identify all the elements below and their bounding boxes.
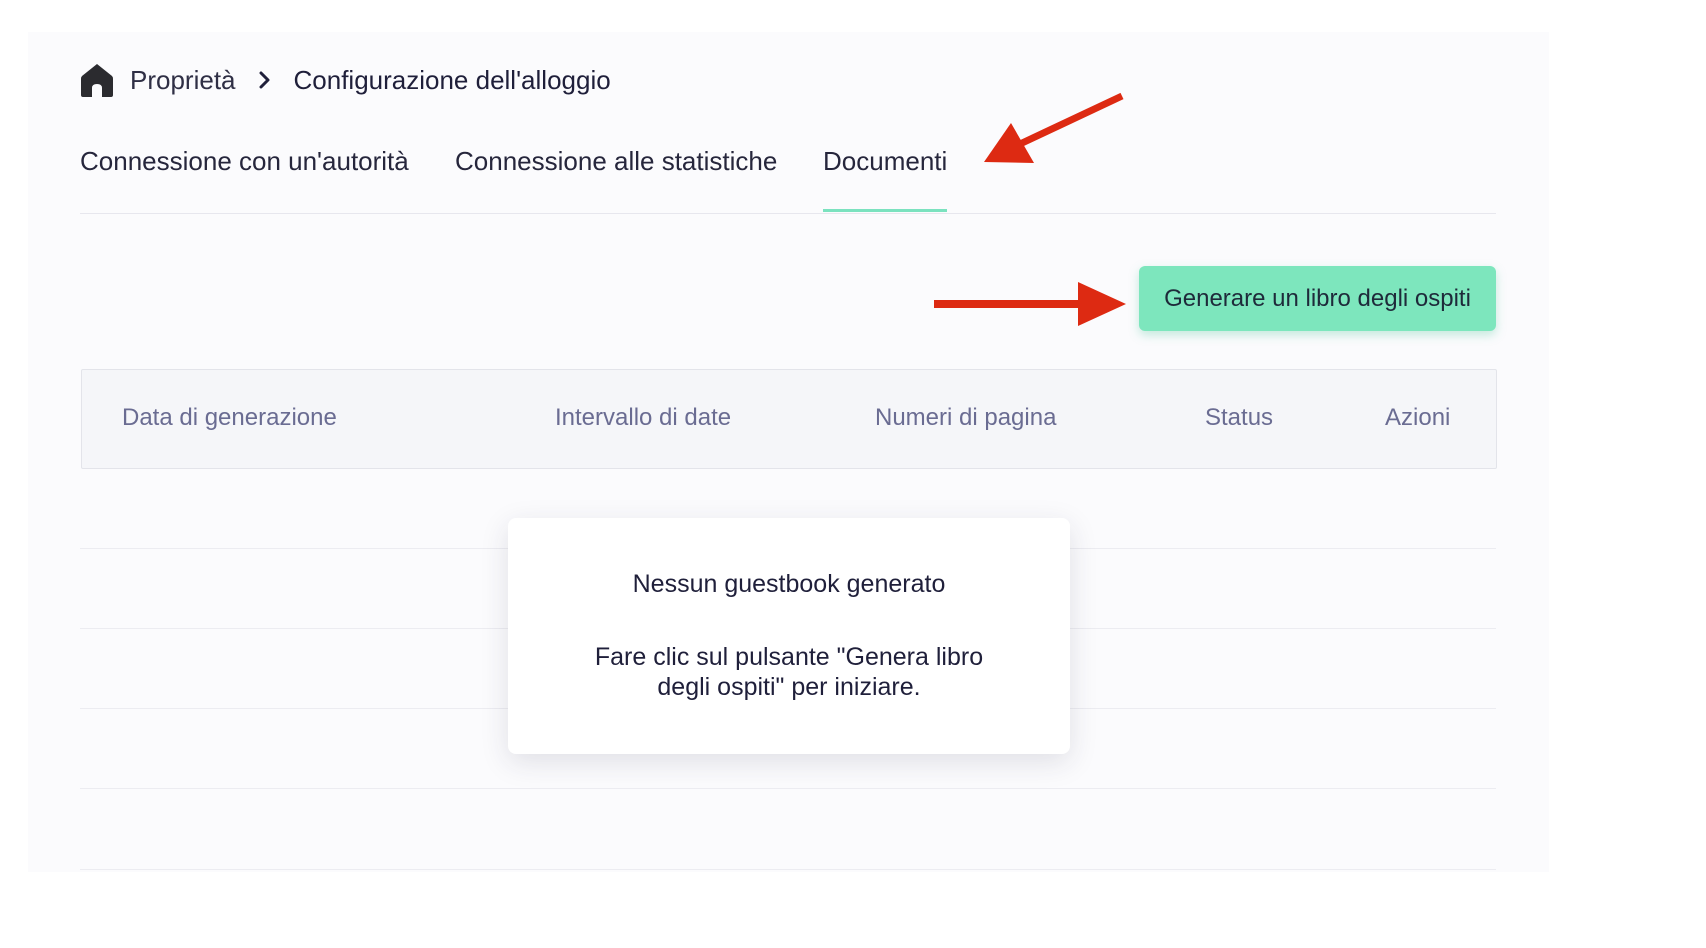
tab-authority-connection[interactable]: Connessione con un'autorità (80, 146, 409, 177)
breadcrumb-item-properties[interactable]: Proprietà (130, 65, 236, 96)
generate-guestbook-button[interactable]: Generare un libro degli ospiti (1139, 266, 1496, 331)
home-icon[interactable] (80, 62, 114, 98)
table-row-divider (80, 869, 1496, 870)
tab-bar: Connessione con un'autorità Connessione … (80, 130, 1496, 214)
chevron-right-icon (259, 71, 269, 89)
column-header-date-range[interactable]: Intervallo di date (555, 404, 731, 432)
breadcrumb: Proprietà Configurazione dell'alloggio (80, 60, 611, 100)
column-header-page-numbers[interactable]: Numeri di pagina (875, 404, 1056, 432)
column-header-status[interactable]: Status (1205, 404, 1273, 432)
column-header-generation-date[interactable]: Data di generazione (122, 404, 337, 432)
empty-state-card: Nessun guestbook generato Fare clic sul … (508, 518, 1070, 754)
tab-documents[interactable]: Documenti (823, 146, 948, 212)
empty-state-description: Fare clic sul pulsante "Genera libro deg… (594, 643, 984, 701)
column-header-actions[interactable]: Azioni (1385, 404, 1450, 432)
tab-statistics-connection[interactable]: Connessione alle statistiche (455, 146, 777, 177)
table-header: Data di generazione Intervallo di date N… (81, 369, 1497, 469)
breadcrumb-item-current: Configurazione dell'alloggio (293, 64, 611, 95)
empty-state-title: Nessun guestbook generato (632, 570, 946, 598)
table-row-divider (80, 788, 1496, 789)
